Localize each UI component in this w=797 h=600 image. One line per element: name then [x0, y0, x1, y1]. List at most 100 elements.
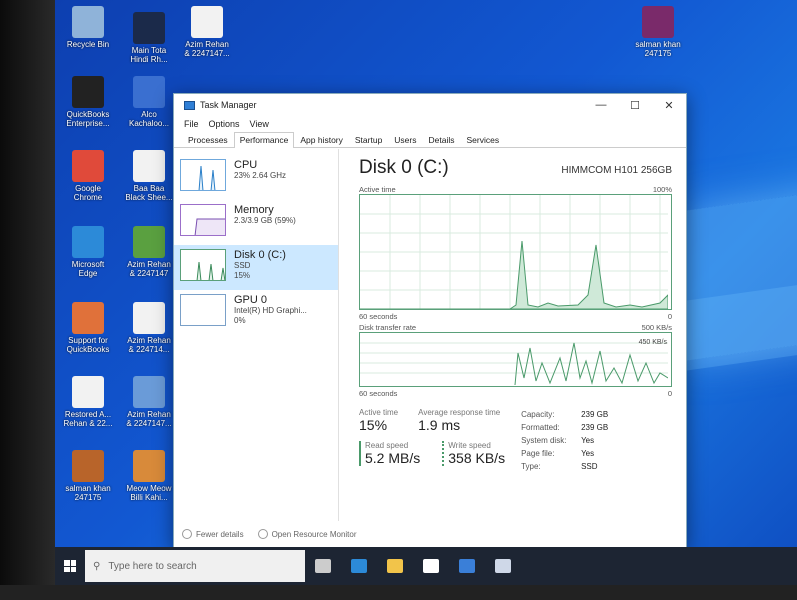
desktop-icon-label: Main Tota Hindi Rh...: [130, 46, 168, 64]
archive-icon: [72, 450, 104, 482]
resource-percent: 0%: [234, 316, 246, 325]
zero-label-2: 0: [667, 389, 672, 398]
video-file-icon: [133, 12, 165, 44]
disk-properties: Capacity: 239 GB Formatted: 239 GB System …: [521, 408, 621, 473]
taskbar-file-explorer-button[interactable]: [377, 547, 413, 585]
minimize-button[interactable]: —: [584, 99, 618, 112]
menu-file[interactable]: File: [184, 119, 199, 129]
desktop-icon[interactable]: Main Tota Hindi Rh...: [120, 12, 178, 64]
response-time-value: 1.9 ms: [418, 417, 461, 433]
taskbar-task-manager-button[interactable]: [485, 547, 521, 585]
quickbooks-icon: [72, 76, 104, 108]
desktop-icon[interactable]: Recycle Bin: [59, 6, 117, 49]
disk-model: HIMMCOM H101 256GB: [561, 165, 672, 176]
close-button[interactable]: ✕: [652, 99, 686, 112]
maximize-button[interactable]: ☐: [618, 99, 652, 112]
resource-gpu[interactable]: GPU 0 Intel(R) HD Graphi... 0%: [174, 290, 338, 335]
desktop-icon-label: Google Chrome: [73, 184, 103, 202]
edge-icon: [72, 226, 104, 258]
spreadsheet-icon: [133, 376, 165, 408]
file-explorer-icon: [387, 559, 403, 573]
tab-performance[interactable]: Performance: [233, 132, 295, 148]
resource-detail: 23% 2.64 GHz: [234, 171, 287, 180]
window-title: Task Manager: [200, 100, 257, 110]
desktop-icon[interactable]: salman khan 247175: [629, 6, 687, 58]
search-box[interactable]: ⚲ Type here to search: [85, 550, 305, 582]
desktop-icon[interactable]: Restored A... Rehan & 22...: [59, 376, 117, 428]
desktop-icon-label: Baa Baa Black Shee...: [125, 184, 173, 202]
disk-thumbnail-graph: [180, 249, 226, 281]
game-icon: [133, 450, 165, 482]
resource-percent: 15%: [234, 271, 251, 280]
tab-app-history[interactable]: App history: [294, 132, 349, 147]
tab-processes[interactable]: Processes: [182, 132, 234, 147]
read-speed-value: 5.2 MB/s: [365, 450, 421, 466]
transfer-rate-graph: 450 KB/s: [359, 332, 672, 387]
tab-details[interactable]: Details: [423, 132, 461, 147]
desktop-icon[interactable]: salman khan 247175: [59, 450, 117, 502]
recycle-bin-icon: [72, 6, 104, 38]
desktop-icon-label: salman khan 247175: [635, 40, 681, 58]
tab-services[interactable]: Services: [460, 132, 505, 147]
document-icon: [72, 376, 104, 408]
spreadsheet-icon: [133, 226, 165, 258]
transfer-graph-label: Disk transfer rate: [359, 323, 417, 332]
prop-value: Yes: [581, 436, 595, 445]
transfer-graph-max: 500 KB/s: [641, 323, 672, 332]
active-time-plot: [360, 195, 669, 310]
resource-cpu[interactable]: CPU 23% 2.64 GHz: [174, 155, 338, 200]
open-resource-monitor-link[interactable]: Open Resource Monitor: [257, 529, 357, 539]
desktop-icon[interactable]: Azim Rehan & 2247147...: [120, 376, 178, 428]
tab-users[interactable]: Users: [388, 132, 422, 147]
resource-memory[interactable]: Memory 2.3/3.9 GB (59%): [174, 200, 338, 245]
desktop-icon[interactable]: Alco Kachaloo...: [120, 76, 178, 128]
cpu-thumbnail-graph: [180, 159, 226, 191]
desktop-icon-label: Alco Kachaloo...: [128, 110, 170, 128]
taskbar-task-view-button[interactable]: [305, 547, 341, 585]
active-time-graph-label: Active time: [359, 185, 396, 194]
desktop-icon[interactable]: Azim Rehan & 2247147...: [178, 6, 236, 58]
desktop-icon[interactable]: Meow Meow Billi Kahi...: [120, 450, 178, 502]
desktop-icon-label: Azim Rehan & 2247147...: [184, 40, 230, 58]
tab-startup[interactable]: Startup: [349, 132, 388, 147]
desktop-icon[interactable]: Azim Rehan & 224714...: [120, 302, 178, 354]
windows-logo-icon: [64, 560, 76, 572]
desktop-icon[interactable]: Azim Rehan & 2247147: [120, 226, 178, 278]
desktop-icon[interactable]: Google Chrome: [59, 150, 117, 202]
edge-icon: [351, 559, 367, 573]
memory-thumbnail-graph: [180, 204, 226, 236]
disk-title: Disk 0 (C:): [359, 157, 449, 178]
task-manager-window[interactable]: Task Manager — ☐ ✕ File Options View Pro…: [173, 93, 687, 548]
document-icon: [133, 150, 165, 182]
resource-name: GPU 0: [234, 294, 268, 306]
desktop-icon-label: Azim Rehan & 2247147...: [126, 410, 172, 428]
resource-detail: 2.3/3.9 GB (59%): [234, 216, 296, 225]
desktop[interactable]: Recycle Bin Main Tota Hindi Rh... Azim Reh…: [55, 0, 797, 585]
video-file-icon: [133, 76, 165, 108]
menu-bar: File Options View: [174, 116, 686, 131]
resource-monitor-icon: [257, 529, 268, 539]
mail-icon: [459, 559, 475, 573]
desktop-icon-label: Restored A... Rehan & 22...: [63, 410, 113, 428]
desktop-icon-label: QuickBooks Enterprise...: [66, 110, 110, 128]
taskbar-store-button[interactable]: [413, 547, 449, 585]
taskbar-edge-button[interactable]: [341, 547, 377, 585]
title-bar[interactable]: Task Manager — ☐ ✕: [174, 94, 686, 116]
desktop-icon-label: Microsoft Edge: [71, 260, 105, 278]
menu-options[interactable]: Options: [209, 119, 240, 129]
seconds-label: 60 seconds: [359, 312, 398, 321]
desktop-icon[interactable]: QuickBooks Enterprise...: [59, 76, 117, 128]
start-button[interactable]: [55, 547, 85, 585]
desktop-icon[interactable]: Support for QuickBooks: [59, 302, 117, 354]
active-time-graph: [359, 194, 672, 310]
taskbar-mail-button[interactable]: [449, 547, 485, 585]
menu-view[interactable]: View: [250, 119, 269, 129]
store-icon: [423, 559, 439, 573]
chevron-up-icon: [182, 529, 192, 539]
desktop-icon[interactable]: Baa Baa Black Shee...: [120, 150, 178, 202]
resource-disk[interactable]: Disk 0 (C:) SSD 15%: [174, 245, 338, 290]
desktop-icon[interactable]: Microsoft Edge: [59, 226, 117, 278]
gpu-thumbnail-graph: [180, 294, 226, 326]
fewer-details-button[interactable]: Fewer details: [182, 529, 244, 539]
prop-value: 239 GB: [581, 410, 609, 419]
